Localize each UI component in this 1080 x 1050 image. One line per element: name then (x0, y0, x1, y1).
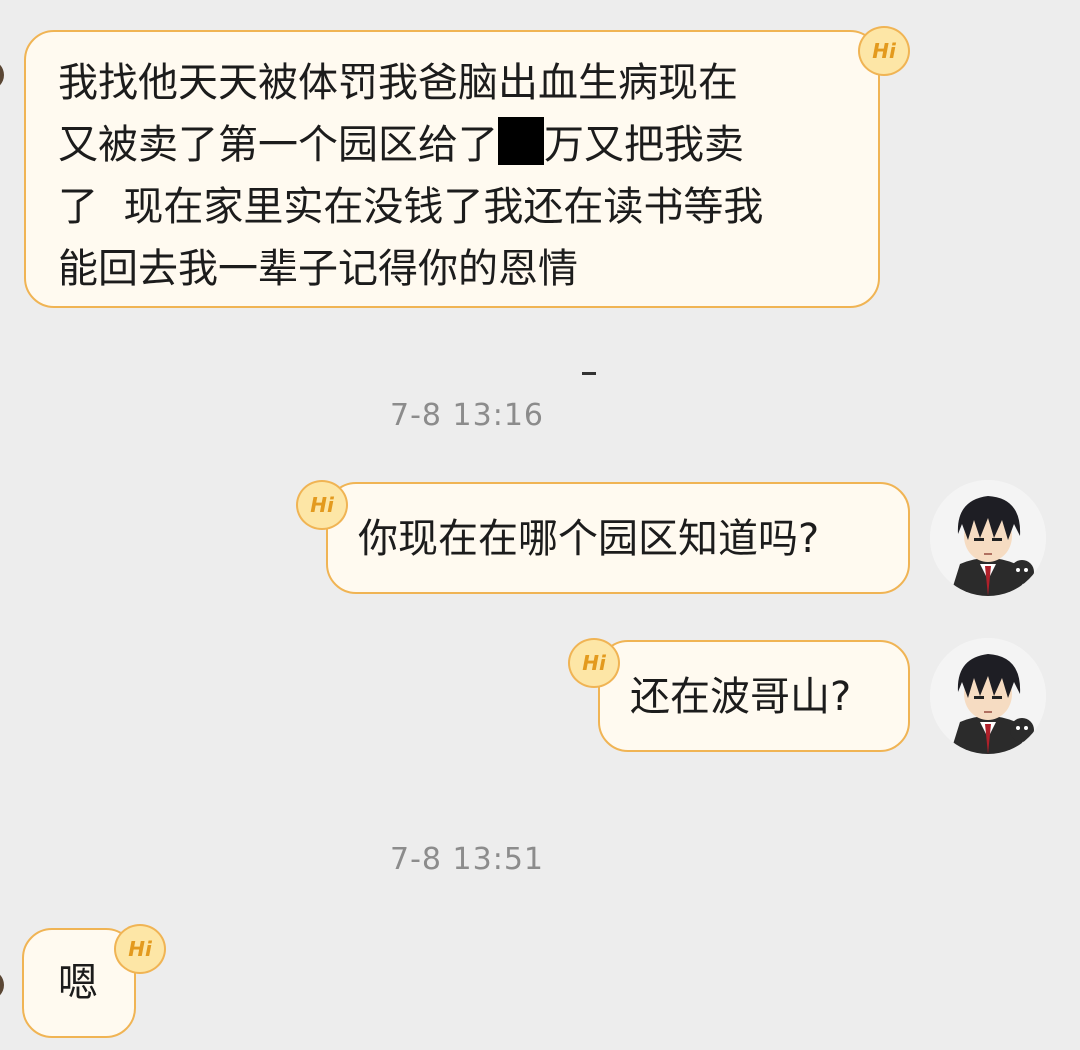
contact-avatar-partial[interactable] (0, 60, 4, 90)
redaction-block (498, 117, 544, 165)
message-text-line: 我找他天天被体罚我爸脑出血生病现在 (58, 60, 738, 106)
message-text-line: 能回去我一辈子记得你的恩情 (58, 246, 578, 292)
message-text-segment: 又被卖了第一个园区给了 (58, 122, 498, 168)
timestamp: 7-8 13:51 (390, 842, 544, 877)
user-avatar[interactable] (930, 480, 1046, 596)
hi-badge-icon: Hi (114, 924, 166, 974)
message-bubble-sent[interactable]: 还在波哥山? (598, 640, 910, 752)
anime-boy-avatar-icon (930, 480, 1046, 596)
contact-avatar-partial[interactable] (0, 970, 4, 1000)
divider-dash (582, 372, 596, 375)
message-text-line: 又被卖了第一个园区给了 万又把我卖 (58, 114, 878, 176)
hi-badge-icon: Hi (858, 26, 910, 76)
user-avatar[interactable] (930, 638, 1046, 754)
message-text-segment: 万又把我卖 (544, 122, 744, 168)
message-text: 还在波哥山? (630, 674, 852, 720)
message-bubble-sent[interactable]: 你现在在哪个园区知道吗? (326, 482, 910, 594)
anime-boy-avatar-icon (930, 638, 1046, 754)
timestamp: 7-8 13:16 (390, 398, 544, 433)
message-bubble-received[interactable]: 我找他天天被体罚我爸脑出血生病现在 又被卖了第一个园区给了 万又把我卖 了 现在家… (24, 30, 880, 308)
message-text: 你现在在哪个园区知道吗? (358, 516, 820, 562)
hi-badge-icon: Hi (296, 480, 348, 530)
message-text-line: 了 现在家里实在没钱了我还在读书等我 (58, 184, 764, 230)
hi-badge-icon: Hi (568, 638, 620, 688)
